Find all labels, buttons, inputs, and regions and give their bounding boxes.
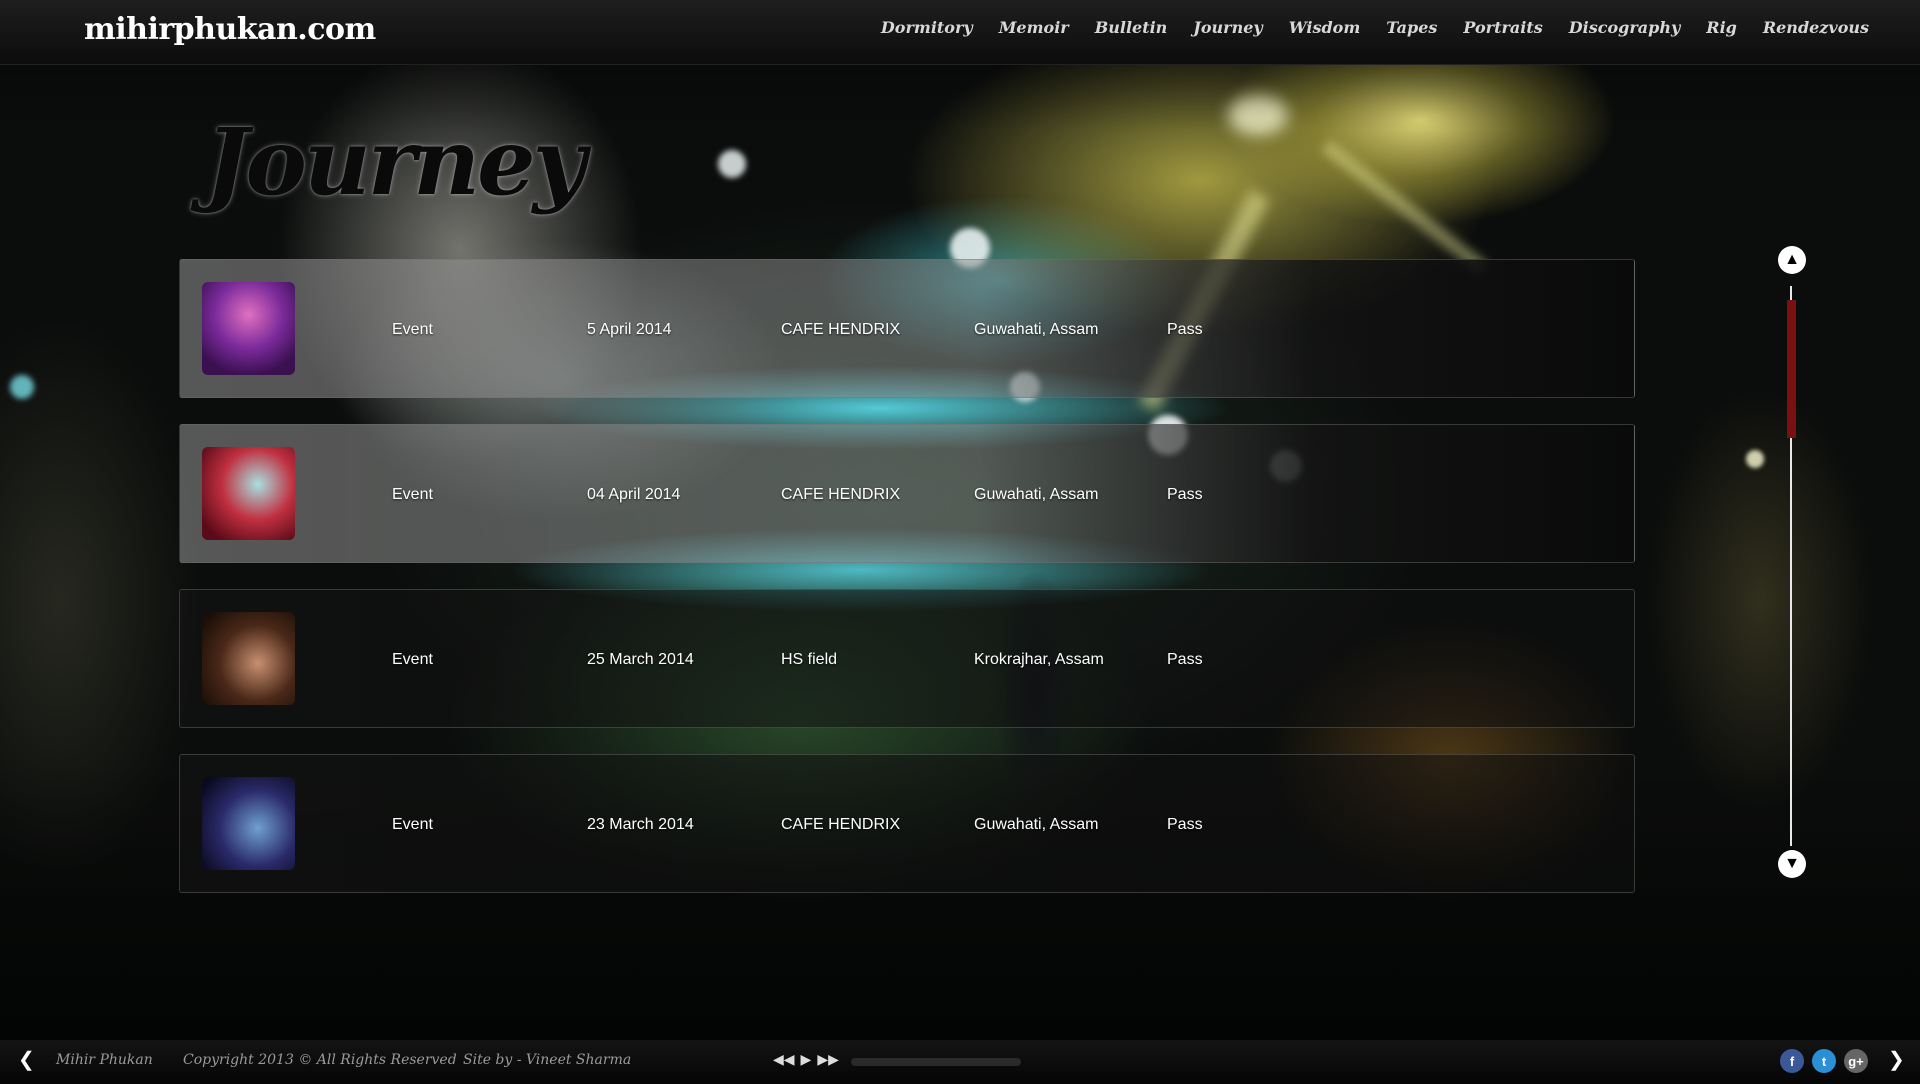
twitter-icon[interactable]: t <box>1812 1049 1836 1073</box>
nav-discography[interactable]: Discography <box>1556 18 1693 37</box>
event-thumbnail[interactable] <box>202 282 295 375</box>
event-date: 23 March 2014 <box>587 816 694 833</box>
nav-tapes[interactable]: Tapes <box>1373 18 1450 37</box>
event-row[interactable]: Event 25 March 2014 HS field Krokrajhar,… <box>179 589 1635 728</box>
nav-bulletin[interactable]: Bulletin <box>1082 18 1181 37</box>
event-type: Event <box>392 486 433 503</box>
event-type: Event <box>392 321 433 338</box>
event-venue: HS field <box>781 651 838 668</box>
nav-dormitory[interactable]: Dormitory <box>868 18 986 37</box>
scroll-thumb[interactable] <box>1787 300 1796 438</box>
event-date: 5 April 2014 <box>587 321 672 338</box>
event-date: 04 April 2014 <box>587 486 681 503</box>
google-plus-icon[interactable]: g+ <box>1844 1049 1868 1073</box>
event-list: Event 5 April 2014 CAFE HENDRIX Guwahati… <box>179 259 1635 919</box>
event-entry: Pass <box>1167 816 1203 833</box>
event-thumbnail[interactable] <box>202 447 295 540</box>
footer-copyright: Copyright 2013 © All Rights Reserved <box>183 1052 457 1068</box>
event-location: Guwahati, Assam <box>974 816 1099 833</box>
event-type: Event <box>392 651 433 668</box>
footer-name: Mihir Phukan <box>56 1052 153 1068</box>
nav-memoir[interactable]: Memoir <box>986 18 1082 37</box>
event-location: Guwahati, Assam <box>974 321 1099 338</box>
event-row[interactable]: Event 23 March 2014 CAFE HENDRIX Guwahat… <box>179 754 1635 893</box>
chevron-left-icon[interactable]: ❮ <box>18 1050 35 1070</box>
play-icon[interactable]: ▶ <box>801 1051 812 1068</box>
event-entry: Pass <box>1167 321 1203 338</box>
nav-portraits[interactable]: Portraits <box>1450 18 1555 37</box>
nav-rendezvous[interactable]: Rendezvous <box>1750 18 1882 37</box>
audio-progress-bar[interactable] <box>851 1058 1021 1066</box>
down-arrow-icon[interactable]: ▼ <box>1778 850 1806 878</box>
footer-credit[interactable]: Site by - Vineet Sharma <box>463 1052 631 1068</box>
nav-rig[interactable]: Rig <box>1693 18 1750 37</box>
social-links: f t g+ <box>1780 1049 1868 1073</box>
event-entry: Pass <box>1167 486 1203 503</box>
audio-player: ◀◀ ▶ ▶▶ <box>773 1051 839 1068</box>
event-entry: Pass <box>1167 651 1203 668</box>
event-venue: CAFE HENDRIX <box>781 486 901 503</box>
facebook-icon[interactable]: f <box>1780 1049 1804 1073</box>
nav-wisdom[interactable]: Wisdom <box>1276 18 1374 37</box>
nav-journey[interactable]: Journey <box>1180 18 1275 37</box>
up-arrow-icon[interactable]: ▲ <box>1778 246 1806 274</box>
event-venue: CAFE HENDRIX <box>781 321 901 338</box>
top-navigation-bar: mihirphukan.com Dormitory Memoir Bulleti… <box>0 0 1920 65</box>
event-venue: CAFE HENDRIX <box>781 816 901 833</box>
chevron-right-icon[interactable]: ❯ <box>1888 1050 1905 1070</box>
event-date: 25 March 2014 <box>587 651 694 668</box>
event-row[interactable]: Event 5 April 2014 CAFE HENDRIX Guwahati… <box>179 259 1635 398</box>
fast-forward-icon[interactable]: ▶▶ <box>817 1051 839 1068</box>
page-title: Journey <box>205 108 586 216</box>
event-location: Krokrajhar, Assam <box>974 651 1104 668</box>
vertical-scrollbar[interactable]: ▲ ▼ <box>1777 246 1807 890</box>
event-location: Guwahati, Assam <box>974 486 1099 503</box>
event-thumbnail[interactable] <box>202 612 295 705</box>
event-thumbnail[interactable] <box>202 777 295 870</box>
footer-bar: ❮ Mihir Phukan Copyright 2013 © All Righ… <box>0 1040 1920 1084</box>
main-nav: Dormitory Memoir Bulletin Journey Wisdom… <box>868 18 1882 37</box>
rewind-icon[interactable]: ◀◀ <box>773 1051 795 1068</box>
event-row[interactable]: Event 04 April 2014 CAFE HENDRIX Guwahat… <box>179 424 1635 563</box>
event-type: Event <box>392 816 433 833</box>
site-logo[interactable]: mihirphukan.com <box>84 12 376 47</box>
